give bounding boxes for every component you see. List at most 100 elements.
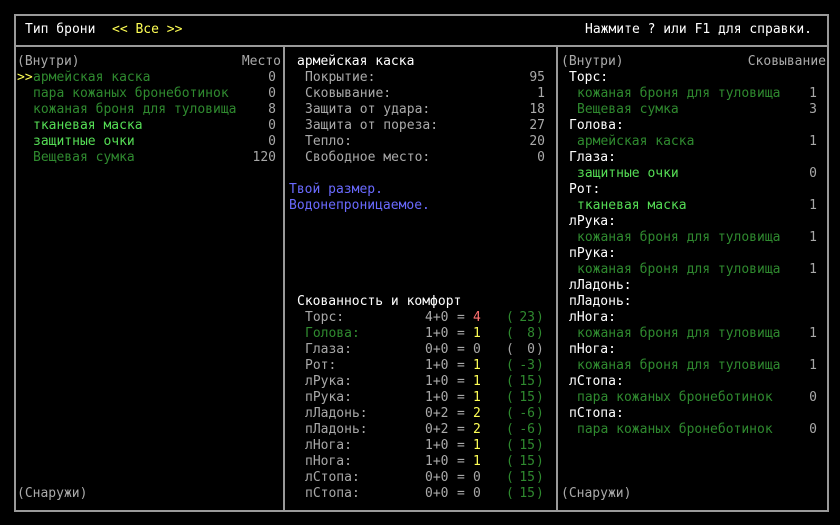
encumbrance-sum: 1+0 [425, 358, 449, 373]
item-space: 120 [252, 150, 276, 165]
warmth-value: 15 [519, 454, 535, 469]
outside-label: (Снаружи) [17, 486, 88, 501]
layer-item-name: кожаная броня для туловища [577, 230, 781, 245]
layer-item-row[interactable]: кожаная броня для туловища 1 [577, 230, 817, 246]
encumbrance-title: Скованность и комфорт [297, 294, 462, 309]
warmth-open-paren: ( [506, 310, 514, 325]
layer-item-encumbrance: 1 [809, 198, 817, 213]
layer-item-row[interactable]: кожаная броня для туловища 1 [577, 86, 817, 102]
worn-item-row[interactable]: защитные очки 0 [17, 134, 282, 150]
layer-item-row[interactable]: кожаная броня для туловища 1 [577, 358, 817, 374]
warmth-close-paren: ) [536, 374, 544, 389]
layer-item-row[interactable]: пара кожаных бронеботинок 0 [577, 422, 817, 438]
stat-label: Сковывание: [305, 86, 392, 101]
encumbrance-total: 2 [473, 422, 481, 437]
warmth-value: -3 [519, 358, 535, 373]
equals-sign: = [457, 326, 465, 341]
stat-value: 0 [537, 150, 545, 165]
stat-label: Защита от пореза: [305, 118, 439, 133]
body-part-heading: лЛадонь: [569, 278, 632, 293]
warmth-value: 15 [519, 470, 535, 485]
equals-sign: = [457, 454, 465, 469]
worn-item-row[interactable]: пара кожаных бронеботинок 0 [17, 86, 282, 102]
encumbrance-total: 1 [473, 374, 481, 389]
encumbrance-total: 1 [473, 390, 481, 405]
worn-item-row[interactable]: Вещевая сумка 120 [17, 150, 282, 166]
warmth-value: 15 [519, 390, 535, 405]
item-space: 0 [268, 70, 276, 85]
selected-item-name: армейская каска [297, 54, 415, 69]
right-divider [556, 46, 558, 511]
body-part-heading: пРука: [569, 246, 616, 261]
equals-sign: = [457, 374, 465, 389]
warmth-close-paren: ) [536, 486, 544, 501]
stat-value: 27 [529, 118, 545, 133]
encumbrance-sum: 0+2 [425, 422, 449, 437]
selection-cursor: >> [17, 70, 33, 85]
layer-item-name: кожаная броня для туловища [577, 326, 781, 341]
item-space: 0 [268, 86, 276, 101]
layer-item-name: Вещевая сумка [577, 102, 679, 117]
body-part-heading: лСтопа: [569, 374, 624, 389]
warmth-close-paren: ) [536, 326, 544, 341]
stat-value: 20 [529, 134, 545, 149]
encumbrance-total: 0 [473, 486, 481, 501]
warmth-value: 23 [519, 310, 535, 325]
layer-item-encumbrance: 1 [809, 262, 817, 277]
item-name: армейская каска [33, 70, 151, 85]
layer-item-row[interactable]: тканевая маска 1 [577, 198, 817, 214]
body-part-label: Голова: [305, 326, 360, 341]
header-divider [14, 45, 829, 47]
body-part-label: лЛадонь: [305, 406, 368, 421]
item-space: 0 [268, 134, 276, 149]
layer-item-encumbrance: 0 [809, 390, 817, 405]
encumbrance-total: 1 [473, 326, 481, 341]
equals-sign: = [457, 358, 465, 373]
encumbrance-total: 0 [473, 470, 481, 485]
warmth-close-paren: ) [536, 454, 544, 469]
body-part-heading: пЛадонь: [569, 294, 632, 309]
item-name: Вещевая сумка [33, 150, 135, 165]
body-part-label: пРука: [305, 390, 352, 405]
encumbrance-total: 0 [473, 342, 481, 357]
layer-item-row[interactable]: кожаная броня для туловища 1 [577, 326, 817, 342]
worn-item-row[interactable]: тканевая маска 0 [17, 118, 282, 134]
item-name: пара кожаных бронеботинок [33, 86, 229, 101]
encumbrance-total: 2 [473, 406, 481, 421]
body-part-heading: Рот: [569, 182, 601, 197]
layer-item-encumbrance: 0 [809, 422, 817, 437]
body-part-heading: пНога: [569, 342, 616, 357]
layer-item-encumbrance: 1 [809, 86, 817, 101]
layer-item-row[interactable]: кожаная броня для туловища 1 [577, 262, 817, 278]
layer-item-name: пара кожаных бронеботинок [577, 422, 773, 437]
body-part-label: лСтопа: [305, 470, 360, 485]
filter-selector[interactable]: << Все >> [112, 22, 182, 38]
encumbrance-sum: 0+0 [425, 486, 449, 501]
equals-sign: = [457, 438, 465, 453]
warmth-close-paren: ) [536, 390, 544, 405]
warmth-open-paren: ( [506, 486, 514, 501]
layer-item-row[interactable]: Вещевая сумка 3 [577, 102, 817, 118]
encumbrance-total: 1 [473, 454, 481, 469]
layer-item-row[interactable]: защитные очки 0 [577, 166, 817, 182]
item-note: Твой размер. [289, 182, 383, 197]
warmth-open-paren: ( [506, 342, 514, 357]
encumbrance-sum: 0+0 [425, 470, 449, 485]
worn-item-row[interactable]: кожаная броня для туловища 8 [17, 102, 282, 118]
body-part-heading: лРука: [569, 214, 616, 229]
worn-item-row[interactable]: >> армейская каска 0 [17, 70, 282, 86]
warmth-value: -6 [519, 406, 535, 421]
stat-value: 95 [529, 70, 545, 85]
armor-type-label: Тип брони [25, 22, 96, 37]
stat-label: Тепло: [305, 134, 352, 149]
warmth-open-paren: ( [506, 454, 514, 469]
encumbrance-sum: 0+0 [425, 342, 449, 357]
warmth-open-paren: ( [506, 390, 514, 405]
layer-item-row[interactable]: пара кожаных бронеботинок 0 [577, 390, 817, 406]
layer-item-row[interactable]: армейская каска 1 [577, 134, 817, 150]
warmth-value: 8 [527, 326, 535, 341]
warmth-close-paren: ) [536, 422, 544, 437]
warmth-close-paren: ) [536, 438, 544, 453]
body-part-label: лНога: [305, 438, 352, 453]
body-part-label: пСтопа: [305, 486, 360, 501]
